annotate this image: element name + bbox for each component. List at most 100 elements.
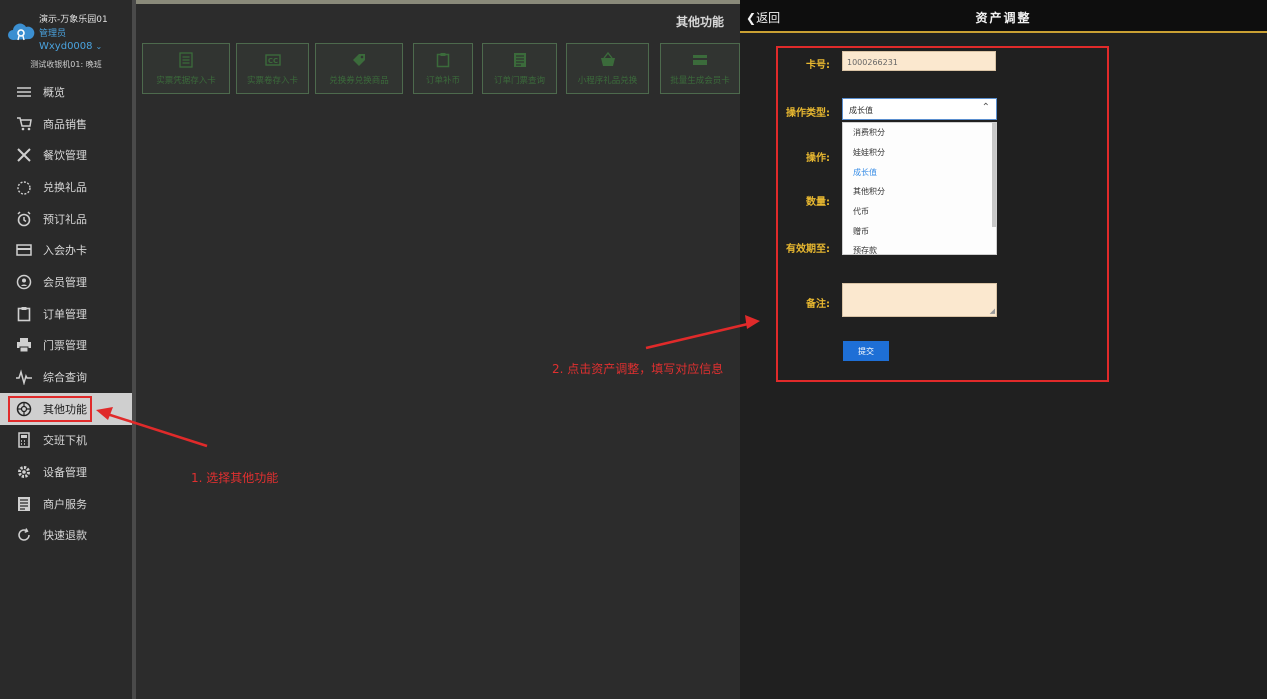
sidebar-item-orders[interactable]: 订单管理 — [0, 298, 132, 330]
sidebar-item-label: 预订礼品 — [43, 212, 87, 226]
tile-label: 订单补币 — [425, 75, 460, 86]
page-title: 其他功能 — [675, 15, 724, 29]
sidebar-item-label: 订单管理 — [43, 307, 87, 321]
option-consumption-points[interactable]: 消费积分 — [843, 123, 996, 143]
tile-coupon-redeem[interactable]: 兑换券兑换商品 — [315, 43, 403, 94]
tag-icon — [353, 53, 365, 66]
card-icon — [16, 244, 32, 257]
main-top-bar — [136, 0, 740, 4]
cart-icon — [17, 116, 32, 130]
terminal-info: 测试收银机01: 晚班 — [30, 60, 102, 69]
tile-order-coin-supplement[interactable]: 订单补币 — [413, 43, 473, 94]
sidebar-item-label: 概览 — [43, 85, 65, 99]
sidebar-item-shift-change[interactable]: 交班下机 — [0, 425, 132, 457]
chevron-up-icon: ⌃ — [981, 102, 990, 113]
expiry-label: 有效期至: — [786, 244, 830, 255]
sidebar-item-tickets[interactable]: 门票管理 — [0, 330, 132, 362]
annotation-step-1: 1. 选择其他功能 — [191, 471, 279, 485]
printer-icon — [17, 338, 31, 353]
gift-icon — [17, 181, 31, 195]
sidebar-item-members[interactable]: 会员管理 — [0, 266, 132, 298]
quantity-label: 数量: — [806, 197, 830, 208]
sidebar-item-label: 入会办卡 — [43, 244, 87, 258]
document-icon — [513, 52, 526, 67]
refresh-icon — [18, 528, 30, 542]
sidebar-item-label: 快速退款 — [43, 529, 87, 543]
operation-label: 操作: — [806, 153, 830, 164]
option-prepaid[interactable]: 预存款 — [843, 241, 996, 254]
sidebar-item-label: 交班下机 — [43, 434, 87, 448]
tile-order-ticket-query[interactable]: 订单门票查询 — [482, 43, 557, 94]
document-icon — [18, 496, 30, 511]
user-role: 管理员 — [39, 29, 67, 39]
sidebar-item-redeem-gift[interactable]: 兑换礼品 — [0, 171, 132, 203]
sidebar-item-label: 兑换礼品 — [43, 180, 87, 194]
tile-label: 批量生成会员卡 — [670, 75, 730, 86]
username: Wxyd0008 — [39, 41, 93, 52]
sidebar-item-sales[interactable]: 商品销售 — [0, 108, 132, 140]
pulse-icon — [16, 369, 32, 386]
option-bonus-coins[interactable]: 赠币 — [843, 221, 996, 241]
tile-label: 小程序礼品兑换 — [577, 75, 638, 86]
panel-header: ❮返回 资产调整 — [740, 0, 1267, 33]
sidebar-menu: 概览 商品销售 餐饮管理 兑换礼品 预订礼品 入会办卡 会员管理 订单管理 门票… — [0, 76, 132, 551]
username-dropdown[interactable]: Wxyd0008 ⌄ — [39, 41, 102, 52]
tile-ticket-voucher-deposit[interactable]: 实票凭据存入卡 — [142, 43, 230, 94]
selected-value: 成长值 — [849, 106, 873, 115]
asset-adjust-panel: ❮返回 资产调整 卡号: 1000266231 操作类型: 成长值 ⌃ 操作: … — [740, 0, 1267, 699]
member-icon — [16, 274, 32, 290]
sidebar-item-overview[interactable]: 概览 — [0, 76, 132, 108]
card-number-field[interactable]: 1000266231 — [842, 51, 996, 71]
cc-icon: CC — [264, 53, 281, 66]
submit-button[interactable]: 提交 — [843, 341, 889, 361]
sidebar-item-label: 商户服务 — [43, 497, 87, 511]
tile-miniprogram-gift-redeem[interactable]: 小程序礼品兑换 — [566, 43, 649, 94]
cloud-logo-icon — [8, 23, 35, 41]
sidebar-item-label: 餐饮管理 — [43, 149, 87, 163]
tile-label: 兑换券兑换商品 — [329, 75, 389, 86]
sidebar-item-membership-card[interactable]: 入会办卡 — [0, 234, 132, 266]
tile-batch-member-cards[interactable]: 批量生成会员卡 — [660, 43, 740, 94]
option-doll-points[interactable]: 娃娃积分 — [843, 143, 996, 163]
utensils-icon — [17, 148, 31, 162]
operation-type-select[interactable]: 成长值 ⌃ — [842, 98, 997, 120]
sidebar-item-catering[interactable]: 餐饮管理 — [0, 139, 132, 171]
main-area: 其他功能 实票凭据存入卡 CC 实票卷存入卡 兑换券兑换商品 订单补币 订单门票… — [136, 0, 740, 699]
dropdown-scrollbar[interactable] — [992, 123, 996, 227]
highlight-box — [8, 395, 92, 422]
option-growth-value[interactable]: 成长值 — [843, 162, 996, 182]
svg-text:CC: CC — [267, 57, 277, 65]
gear-icon — [18, 466, 30, 479]
panel-title: 资产调整 — [975, 11, 1032, 25]
sidebar-item-merchant-service[interactable]: 商户服务 — [0, 488, 132, 520]
list-icon — [179, 51, 193, 68]
list-icon — [17, 87, 31, 97]
sidebar-item-devices[interactable]: 设备管理 — [0, 456, 132, 488]
operation-type-dropdown: 消费积分 娃娃积分 成长值 其他积分 代币 赠币 预存款 — [842, 122, 997, 255]
sidebar-item-label: 门票管理 — [43, 339, 87, 353]
card-icon — [693, 54, 707, 65]
card-number-label: 卡号: — [806, 60, 830, 71]
sidebar-item-label: 设备管理 — [43, 466, 87, 480]
sidebar: 演示-万象乐园01 管理员 Wxyd0008 ⌄ 测试收银机01: 晚班 概览 商… — [0, 0, 132, 699]
resize-grip-icon: ◢ — [989, 307, 995, 315]
note-label: 备注: — [806, 299, 830, 310]
sidebar-item-quick-refund[interactable]: 快速退款 — [0, 520, 132, 552]
operation-type-label: 操作类型: — [786, 108, 830, 119]
option-tokens[interactable]: 代币 — [843, 202, 996, 222]
sidebar-item-query[interactable]: 综合查询 — [0, 361, 132, 393]
clipboard-icon — [17, 306, 31, 321]
sidebar-item-label: 商品销售 — [43, 117, 87, 131]
option-other-points[interactable]: 其他积分 — [843, 182, 996, 202]
sidebar-item-label: 综合查询 — [43, 371, 87, 385]
alarm-clock-icon — [17, 211, 31, 226]
tile-label: 实票凭据存入卡 — [156, 75, 216, 86]
tile-label: 订单门票查询 — [493, 75, 545, 86]
screen: 演示-万象乐园01 管理员 Wxyd0008 ⌄ 测试收银机01: 晚班 概览 商… — [0, 0, 1267, 699]
tile-ticket-roll-deposit[interactable]: CC 实票卷存入卡 — [236, 43, 309, 94]
sidebar-item-reserve-gift[interactable]: 预订礼品 — [0, 203, 132, 235]
tile-label: 实票卷存入卡 — [246, 75, 298, 86]
sidebar-item-other-functions[interactable]: 其他功能 — [0, 392, 132, 425]
calculator-icon — [18, 432, 30, 449]
note-textarea[interactable]: ◢ — [842, 283, 997, 317]
